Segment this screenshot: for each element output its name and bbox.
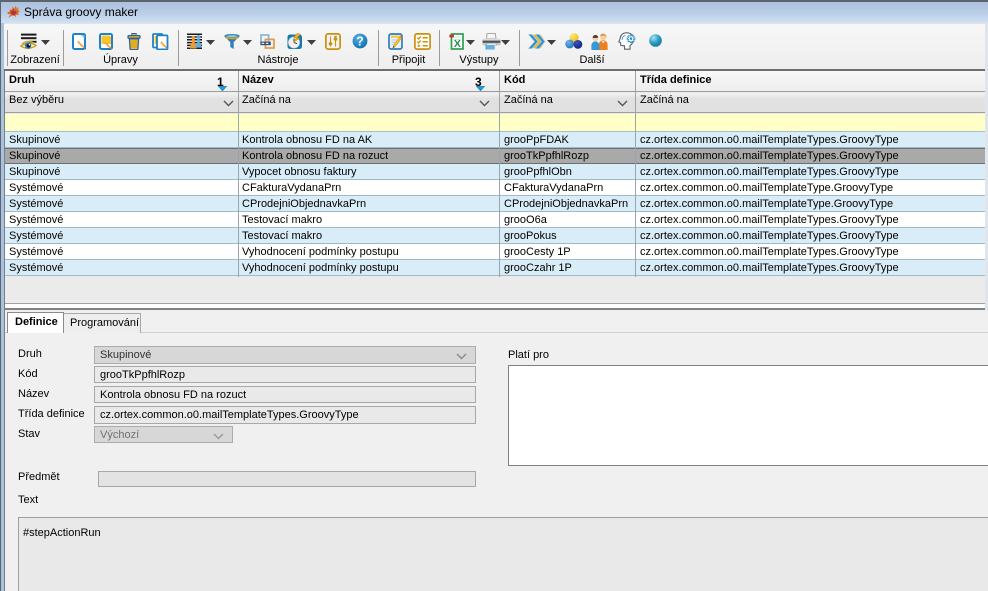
svg-text:X: X [454, 38, 461, 50]
svg-text:?: ? [356, 35, 364, 49]
